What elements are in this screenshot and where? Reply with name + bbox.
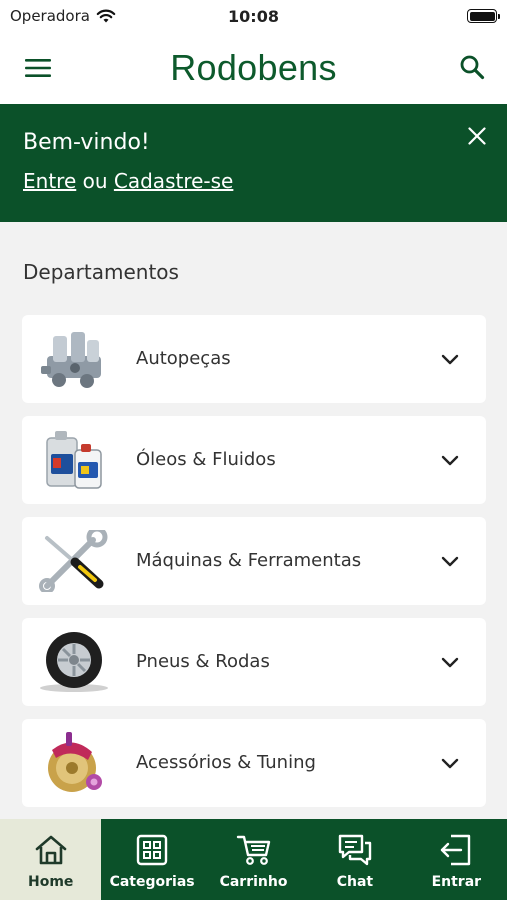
chevron-down-icon [441,758,459,769]
status-bar: Operadora 10:08 [0,0,507,32]
search-icon [460,55,485,80]
chat-icon [338,834,372,866]
dept-label: Pneus & Rodas [136,651,270,672]
tire-icon [34,627,114,697]
login-link[interactable]: Entre [23,169,76,193]
dept-label: Autopeças [136,348,231,369]
auth-separator: ou [82,169,108,193]
menu-button[interactable] [22,52,54,84]
chevron-down-icon [441,455,459,466]
carrier-info: Operadora [10,7,116,25]
tab-label: Home [27,874,74,890]
dept-card-pneus-rodas[interactable]: Pneus & Rodas [22,618,486,706]
carrier-name: Operadora [10,7,90,25]
grid-icon [136,834,168,866]
tab-label: Categorias [109,874,195,890]
dept-card-acessorios-tuning[interactable]: Acessórios & Tuning [22,719,486,807]
dept-label: Óleos & Fluidos [136,449,276,470]
brand-logo[interactable]: Rodobens [170,47,337,89]
dept-card-maquinas-ferramentas[interactable]: Máquinas & Ferramentas [22,517,486,605]
dept-label: Acessórios & Tuning [136,752,316,773]
tab-label: Entrar [431,874,482,890]
battery-icon [467,9,500,23]
chevron-down-icon [441,657,459,668]
tab-label: Carrinho [219,874,288,890]
close-icon [468,127,486,145]
cart-icon [236,835,270,865]
chevron-down-icon [441,556,459,567]
tab-home[interactable]: Home [0,819,102,900]
tab-chat[interactable]: Chat [304,819,405,900]
bottom-tab-bar: Home Categorias Carrinho Chat Entrar [0,819,507,900]
hamburger-menu-icon [25,59,51,77]
home-icon [35,835,67,865]
dept-card-autopecas[interactable]: Autopeças [22,315,486,403]
oil-bottles-icon [34,425,114,495]
tools-icon [34,526,114,596]
welcome-banner: Bem-vindo! Entre ou Cadastre-se [0,104,507,222]
signup-link[interactable]: Cadastre-se [114,169,233,193]
app-header: Rodobens [0,32,507,104]
engine-parts-icon [34,324,114,394]
departments-list: Autopeças Óleos & Fluidos Máquinas & Fer… [22,315,486,820]
chevron-down-icon [441,354,459,365]
dept-label: Máquinas & Ferramentas [136,550,362,571]
tab-carrinho[interactable]: Carrinho [203,819,304,900]
close-banner-button[interactable] [463,122,491,150]
auth-links: Entre ou Cadastre-se [23,169,484,193]
tab-entrar[interactable]: Entrar [406,819,507,900]
search-button[interactable] [455,50,489,84]
login-icon [441,834,471,866]
wifi-icon [96,9,116,22]
brake-caliper-icon [34,728,114,798]
tab-label: Chat [336,874,374,890]
welcome-title: Bem-vindo! [23,130,150,155]
tab-categorias[interactable]: Categorias [101,819,202,900]
dept-card-oleos-fluidos[interactable]: Óleos & Fluidos [22,416,486,504]
departments-title: Departamentos [23,260,179,284]
